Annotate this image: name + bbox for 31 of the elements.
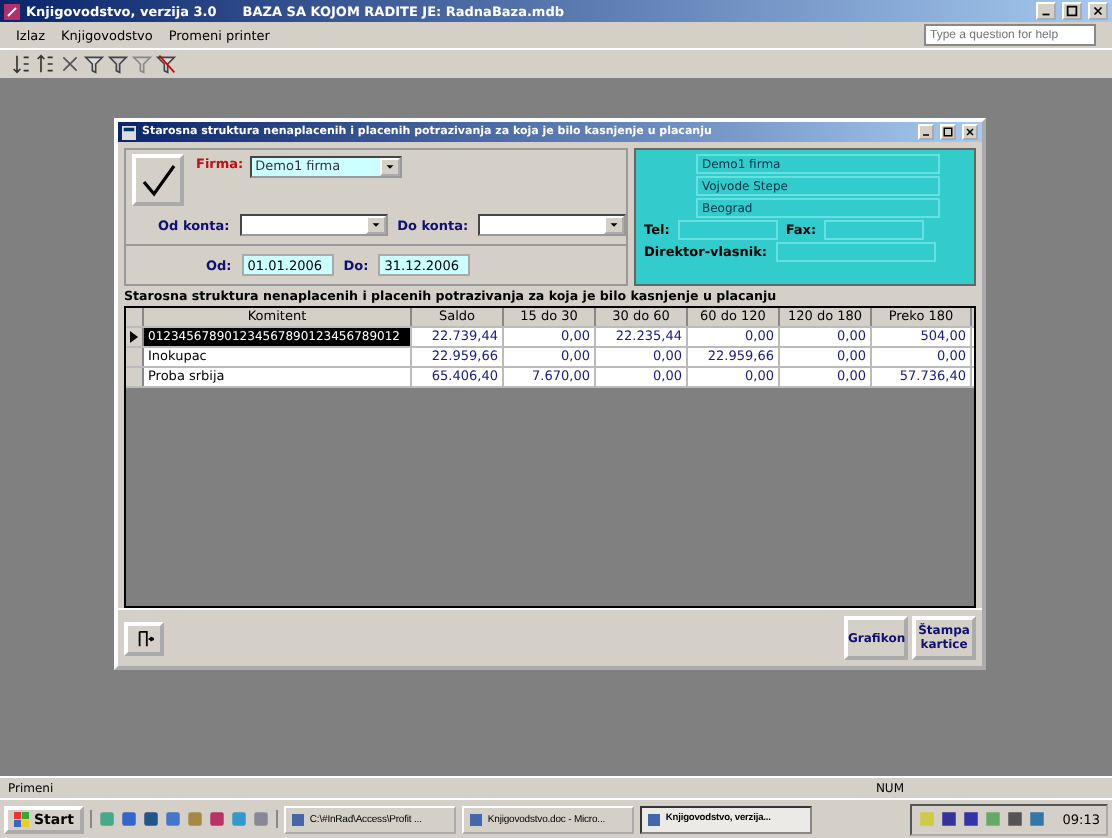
from-account-dropdown[interactable] bbox=[239, 214, 388, 236]
record-selector[interactable] bbox=[126, 328, 144, 346]
door-icon bbox=[135, 629, 153, 647]
maximize-button[interactable] bbox=[940, 124, 956, 140]
app-icon bbox=[4, 3, 20, 19]
phone-field[interactable] bbox=[677, 220, 778, 240]
dropdown-arrow-icon bbox=[606, 218, 622, 232]
form-icon bbox=[122, 125, 136, 139]
document-icon bbox=[645, 811, 662, 827]
close-button[interactable] bbox=[962, 124, 978, 140]
maximize-icon bbox=[942, 126, 954, 138]
remove-filter-icon[interactable] bbox=[156, 54, 176, 74]
dropdown-arrow-icon bbox=[381, 160, 398, 174]
document-icon bbox=[467, 811, 484, 827]
confirm-button[interactable] bbox=[132, 154, 184, 206]
remove-sort-icon[interactable] bbox=[60, 54, 80, 74]
exit-door-button[interactable] bbox=[124, 621, 164, 655]
document-icon bbox=[289, 811, 306, 827]
close-icon bbox=[964, 126, 976, 138]
sort-ascending-icon[interactable] bbox=[12, 54, 32, 74]
windows-logo-icon bbox=[14, 811, 30, 827]
checkmark-icon bbox=[138, 160, 178, 200]
dropdown-arrow-icon bbox=[367, 218, 384, 232]
minimize-button[interactable] bbox=[918, 124, 934, 140]
close-icon bbox=[1090, 4, 1106, 18]
close-button[interactable] bbox=[1088, 2, 1108, 20]
sort-descending-icon[interactable] bbox=[36, 54, 56, 74]
director-field[interactable] bbox=[775, 242, 936, 262]
maximize-icon bbox=[1064, 4, 1080, 18]
to-account-dropdown[interactable] bbox=[478, 214, 626, 236]
fax-field[interactable] bbox=[824, 220, 925, 240]
